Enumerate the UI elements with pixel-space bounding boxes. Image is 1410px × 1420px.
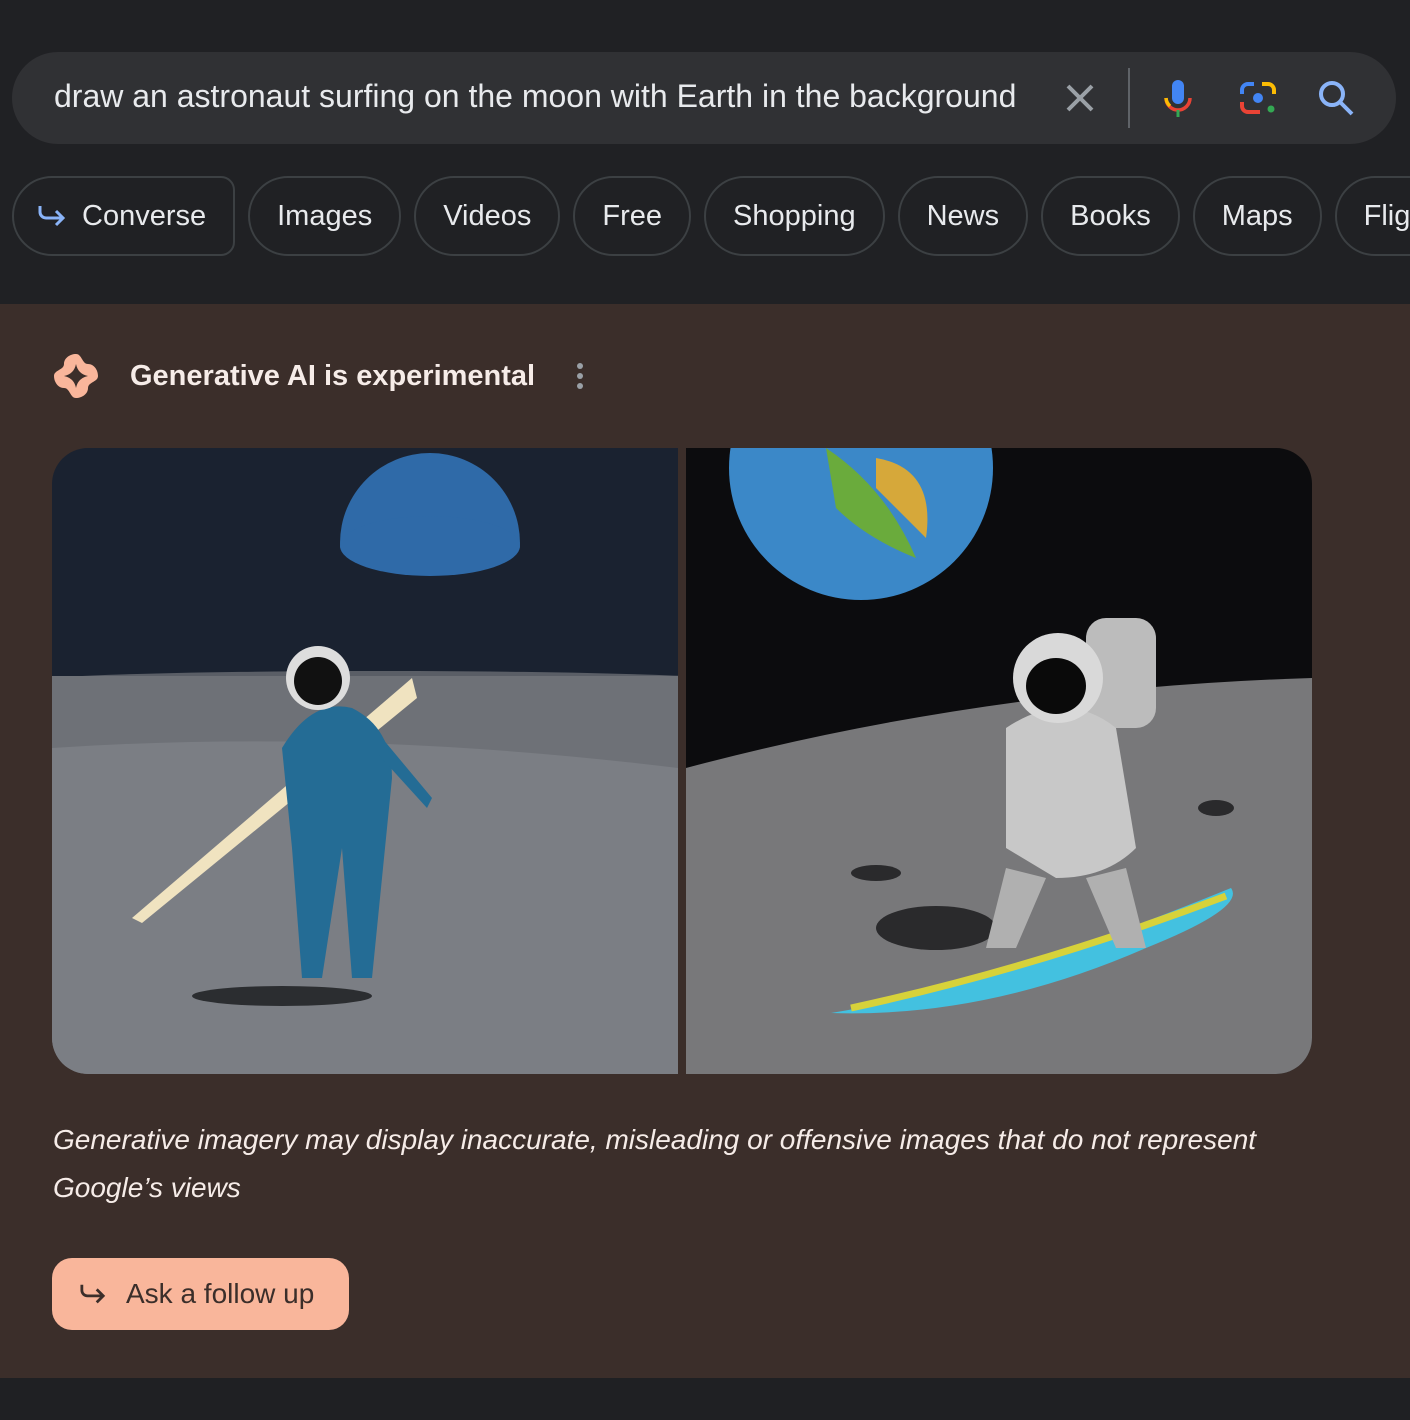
chip-free[interactable]: Free xyxy=(573,176,692,256)
chip-books[interactable]: Books xyxy=(1041,176,1180,256)
more-options-icon[interactable] xyxy=(575,363,585,389)
chip-shopping[interactable]: Shopping xyxy=(704,176,885,256)
chip-maps[interactable]: Maps xyxy=(1192,176,1322,256)
google-lens-icon[interactable] xyxy=(1236,76,1280,120)
ai-title: Generative AI is experimental xyxy=(130,359,536,392)
chip-news[interactable]: News xyxy=(897,176,1029,256)
chip-images[interactable]: Images xyxy=(248,176,402,256)
ai-overview: Generative AI is experimental Generative… xyxy=(0,304,1410,1378)
search-tabs: Converse Images Videos Free Shopping New… xyxy=(12,176,1410,256)
ask-follow-up-button[interactable]: Ask a follow up xyxy=(52,1258,349,1330)
ai-disclaimer: Generative imagery may display inaccurat… xyxy=(53,1124,1257,1203)
generated-images xyxy=(52,448,1312,1074)
generated-image-2[interactable] xyxy=(686,448,1312,1074)
arrow-return-icon xyxy=(80,1284,106,1304)
sparkle-icon xyxy=(54,354,98,398)
close-icon[interactable] xyxy=(1058,76,1102,120)
divider xyxy=(1128,68,1130,128)
chip-flights[interactable]: Flights xyxy=(1334,176,1410,256)
microphone-icon[interactable] xyxy=(1156,76,1200,120)
search-bar[interactable]: draw an astronaut surfing on the moon wi… xyxy=(12,52,1396,144)
chip-videos[interactable]: Videos xyxy=(414,176,561,256)
search-header: draw an astronaut surfing on the moon wi… xyxy=(0,0,1410,304)
search-input[interactable]: draw an astronaut surfing on the moon wi… xyxy=(54,78,1016,115)
search-icon[interactable] xyxy=(1314,76,1358,120)
generated-image-1[interactable] xyxy=(52,448,678,1074)
arrow-return-icon xyxy=(38,206,66,227)
chip-converse[interactable]: Converse xyxy=(12,176,236,256)
